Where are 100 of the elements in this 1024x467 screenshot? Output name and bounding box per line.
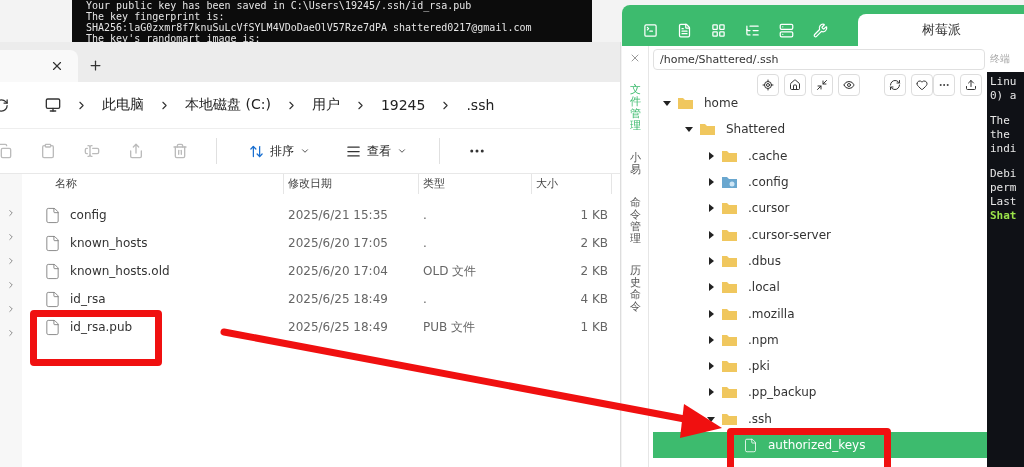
collapsed-caret-icon[interactable] [707,151,715,160]
gear-folder-icon [721,175,738,190]
folder-icon [721,385,738,400]
file-type: . [422,236,428,250]
tree-item-label: .npm [747,332,779,347]
breadcrumb-item[interactable]: .ssh [466,97,495,113]
breadcrumb-item[interactable]: 用户 [311,96,340,114]
collapsed-caret-icon[interactable] [707,178,715,187]
breadcrumb-item[interactable]: 本地磁盘 (C:) [185,96,271,114]
side-tab[interactable]: 小易 [629,152,641,177]
terminal-line: The key fingerprint is: [86,11,225,22]
terminal-line: The [990,114,1011,128]
collapsed-caret-icon[interactable] [707,362,715,371]
tree-folder-row[interactable]: .npm [653,326,987,353]
file-name: config [69,208,107,222]
terminal-line: the [990,128,1011,142]
folder-icon [721,306,738,321]
file-type: . [422,292,428,306]
session-tab[interactable]: 树莓派 [858,14,1024,46]
collapsed-caret-icon[interactable] [707,388,715,397]
column-header[interactable]: 大小 [532,174,612,194]
tree-folder-row[interactable]: .cursor-server [653,221,987,248]
folder-icon [721,332,738,347]
modified-date: 2025/6/21 15:35 [287,208,389,222]
column-header[interactable]: 名称 [22,174,284,194]
tree-folder-row[interactable]: .cache [653,142,987,169]
tree-folder-row[interactable]: .dbus [653,247,987,275]
folder-icon [699,122,716,137]
tree-item-label: .ssh [747,411,772,426]
column-header[interactable]: 类型 [419,174,532,194]
file-row[interactable]: id_rsa 2025/6/25 18:49 . 4 KB [22,285,620,313]
breadcrumb-item[interactable]: 此电脑 [102,96,144,114]
tree-folder-row[interactable]: Shattered [653,116,987,143]
home-icon[interactable] [784,74,806,96]
collapsed-caret-icon[interactable] [707,335,715,344]
tree-folder-row[interactable]: .ssh [653,405,987,432]
terminal-line: Debi [990,167,1018,181]
file-row[interactable]: known_hosts 2025/6/20 17:05 . 2 KB [22,229,620,257]
file-size: 1 KB [579,320,608,334]
modified-date: 2025/6/25 18:49 [287,320,389,334]
folder-icon [721,227,738,242]
collapsed-caret-icon[interactable] [707,283,715,292]
expanded-caret-icon[interactable] [685,125,693,134]
file-size: 2 KB [579,236,608,250]
new-tab-icon[interactable] [88,58,103,73]
path-field[interactable]: /home/Shattered/.ssh [653,49,985,70]
upload-icon[interactable] [960,74,982,96]
close-icon[interactable] [50,59,64,73]
tree-item-label: .mozilla [747,306,795,321]
tree-folder-row[interactable]: home [653,90,987,117]
folder-icon [721,411,738,426]
side-tab[interactable]: 历史命令 [629,264,641,314]
file-icon [44,206,61,224]
file-name: known_hosts [69,236,148,250]
computer-icon[interactable] [45,97,61,113]
collapsed-caret-icon[interactable] [707,204,715,213]
sort-icon [249,143,264,159]
sort-button[interactable]: 排序 [245,140,314,162]
file-size: 4 KB [579,292,608,306]
eye-icon[interactable] [838,74,860,96]
file-type: . [422,208,428,222]
side-tab[interactable]: 命令管理 [629,196,641,245]
file-row[interactable]: config 2025/6/21 15:35 . 1 KB [22,201,620,229]
folder-icon [721,359,738,374]
tree-folder-row[interactable]: .pp_backup [653,379,987,406]
tree-item-label: .config [747,175,789,190]
folder-icon [677,96,694,111]
collapsed-caret-icon[interactable] [707,309,715,318]
file-row[interactable]: known_hosts.old 2025/6/20 17:04 OLD 文件 2 KB [22,257,620,285]
locate-icon[interactable] [757,74,779,96]
file-name: id_rsa [69,292,106,306]
expanded-caret-icon[interactable] [707,414,715,423]
collapsed-caret-icon[interactable] [707,230,715,239]
tree-folder-row[interactable]: .cursor [653,195,987,222]
caret-icon [397,146,407,156]
terminal-line: Your public key has been saved in C:\Users\19245/.ssh/id_rsa.pub [86,0,473,11]
file-name: id_rsa.pub [69,320,133,334]
folder-icon [721,253,738,268]
expanded-caret-icon[interactable] [663,99,671,108]
collapse-icon[interactable] [811,74,833,96]
tree-item-label: .dbus [747,253,781,268]
column-header[interactable]: 修改日期 [284,174,419,194]
terminal-line: perm [990,181,1018,195]
tree-folder-row[interactable]: .config [653,168,987,196]
terminal-prompt: Shat [990,209,1018,223]
tree-item-label: .cursor-server [747,227,832,242]
collapsed-caret-icon[interactable] [707,256,715,265]
tree-item-label: home [703,96,739,111]
terminal-line: Linu [990,75,1018,89]
tree-folder-row[interactable]: .pki [653,352,987,380]
tree-folder-row[interactable]: .mozilla [653,300,987,327]
view-button[interactable]: 查看 [342,140,411,162]
tree-item-label: .pp_backup [747,385,817,400]
breadcrumb-item[interactable]: 19245 [380,97,426,113]
file-row[interactable]: id_rsa.pub 2025/6/25 18:49 PUB 文件 1 KB [22,313,620,341]
file-icon [743,437,758,453]
tree-item-label: .cursor [747,201,790,216]
tree-folder-row[interactable]: .local [653,274,987,301]
modified-date: 2025/6/20 17:05 [287,236,389,250]
tree-item-label: authorized_keys [767,438,866,452]
